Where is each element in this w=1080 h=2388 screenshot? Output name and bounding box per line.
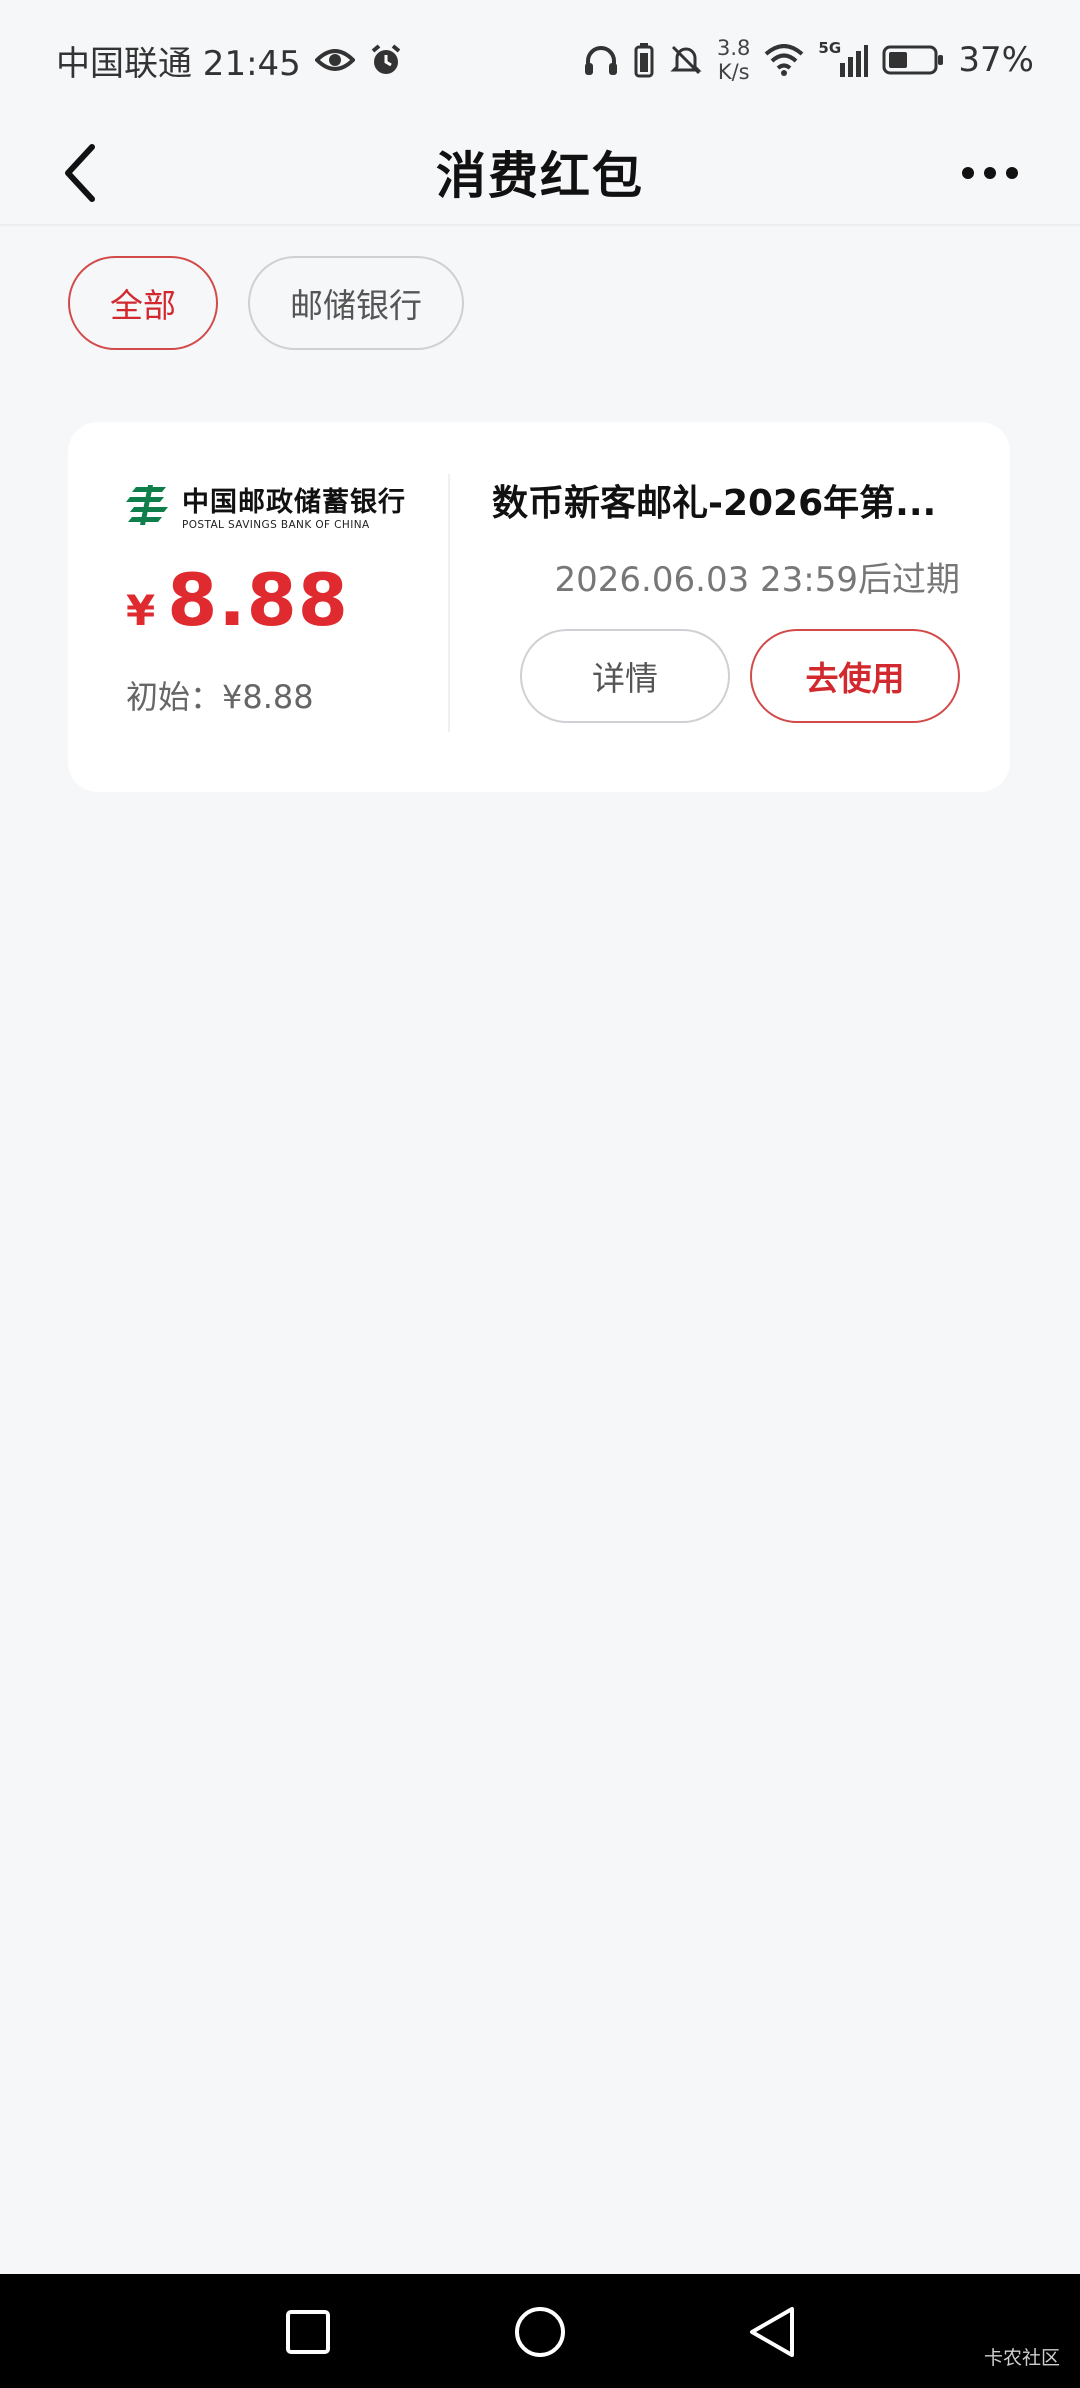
bank-logo: 中国邮政储蓄银行 POSTAL SAVINGS BANK OF CHINA (126, 478, 426, 532)
coupon-left: 中国邮政储蓄银行 POSTAL SAVINGS BANK OF CHINA ¥ … (126, 478, 426, 718)
square-icon (286, 2310, 330, 2354)
network-type: 5G (818, 39, 842, 57)
detail-button[interactable]: 详情 (520, 629, 730, 723)
page-title: 消费红包 (436, 147, 644, 205)
psbc-logo-icon (126, 485, 168, 525)
bank-name-en: POSTAL SAVINGS BANK OF CHINA (182, 518, 370, 531)
filter-all[interactable]: 全部 (68, 256, 218, 350)
coupon-card[interactable]: 中国邮政储蓄银行 POSTAL SAVINGS BANK OF CHINA ¥ … (68, 422, 1010, 792)
battery-percent: 37% (958, 40, 1034, 80)
navigation-bar: 卡农社区 (0, 2274, 1080, 2388)
triangle-back-icon (750, 2307, 794, 2357)
status-left: 中国联通 21:45 (56, 36, 403, 85)
mute-icon (669, 43, 703, 77)
home-button[interactable] (510, 2302, 570, 2362)
coupon-right: 数币新客邮礼-2026年第... 2026.06.03 23:59后过期 详情 … (492, 474, 978, 723)
currency-symbol: ¥ (126, 586, 156, 635)
use-button[interactable]: 去使用 (750, 629, 960, 723)
header: 消费红包 (0, 120, 1080, 226)
coupon-title: 数币新客邮礼-2026年第... (492, 483, 937, 524)
battery-icon (882, 44, 944, 76)
initial-amount: 初始：¥8.88 (126, 678, 314, 716)
status-bar: 中国联通 21:45 3.8 K/s 5G 37% (0, 0, 1080, 120)
expire-text: 2026.06.03 23:59后过期 (554, 560, 960, 600)
signal-icon: 5G (818, 39, 869, 77)
back-button[interactable] (60, 134, 120, 212)
coupon-amount: 8.88 (167, 558, 349, 642)
back-nav-button[interactable] (742, 2302, 802, 2362)
network-speed: 3.8 K/s (717, 36, 750, 84)
bank-names: 中国邮政储蓄银行 POSTAL SAVINGS BANK OF CHINA (182, 480, 406, 531)
more-options-button[interactable] (950, 150, 1030, 196)
amount-row: ¥ 8.88 (126, 558, 426, 642)
filter-postal-bank[interactable]: 邮储银行 (248, 256, 464, 350)
coupon-actions: 详情 去使用 (492, 629, 960, 723)
carrier-time: 中国联通 21:45 (56, 43, 301, 84)
headphones-icon (583, 43, 619, 77)
net-speed-unit: K/s (717, 60, 750, 84)
alarm-icon (369, 43, 403, 77)
more-dot (1006, 167, 1018, 179)
eye-icon (314, 46, 355, 74)
status-right: 3.8 K/s 5G 37% (583, 36, 1034, 84)
more-dot (984, 167, 996, 179)
wifi-icon (764, 44, 804, 76)
battery-saver-icon (633, 42, 655, 78)
recent-apps-button[interactable] (278, 2302, 338, 2362)
filter-chips: 全部 邮储银行 (68, 256, 464, 350)
net-speed-value: 3.8 (717, 36, 751, 60)
watermark: 卡农社区 (983, 2347, 1060, 2369)
card-divider (448, 474, 450, 732)
bank-name-cn: 中国邮政储蓄银行 (182, 486, 406, 518)
chevron-left-icon (65, 144, 95, 202)
more-dot (962, 167, 974, 179)
circle-icon (515, 2307, 565, 2357)
